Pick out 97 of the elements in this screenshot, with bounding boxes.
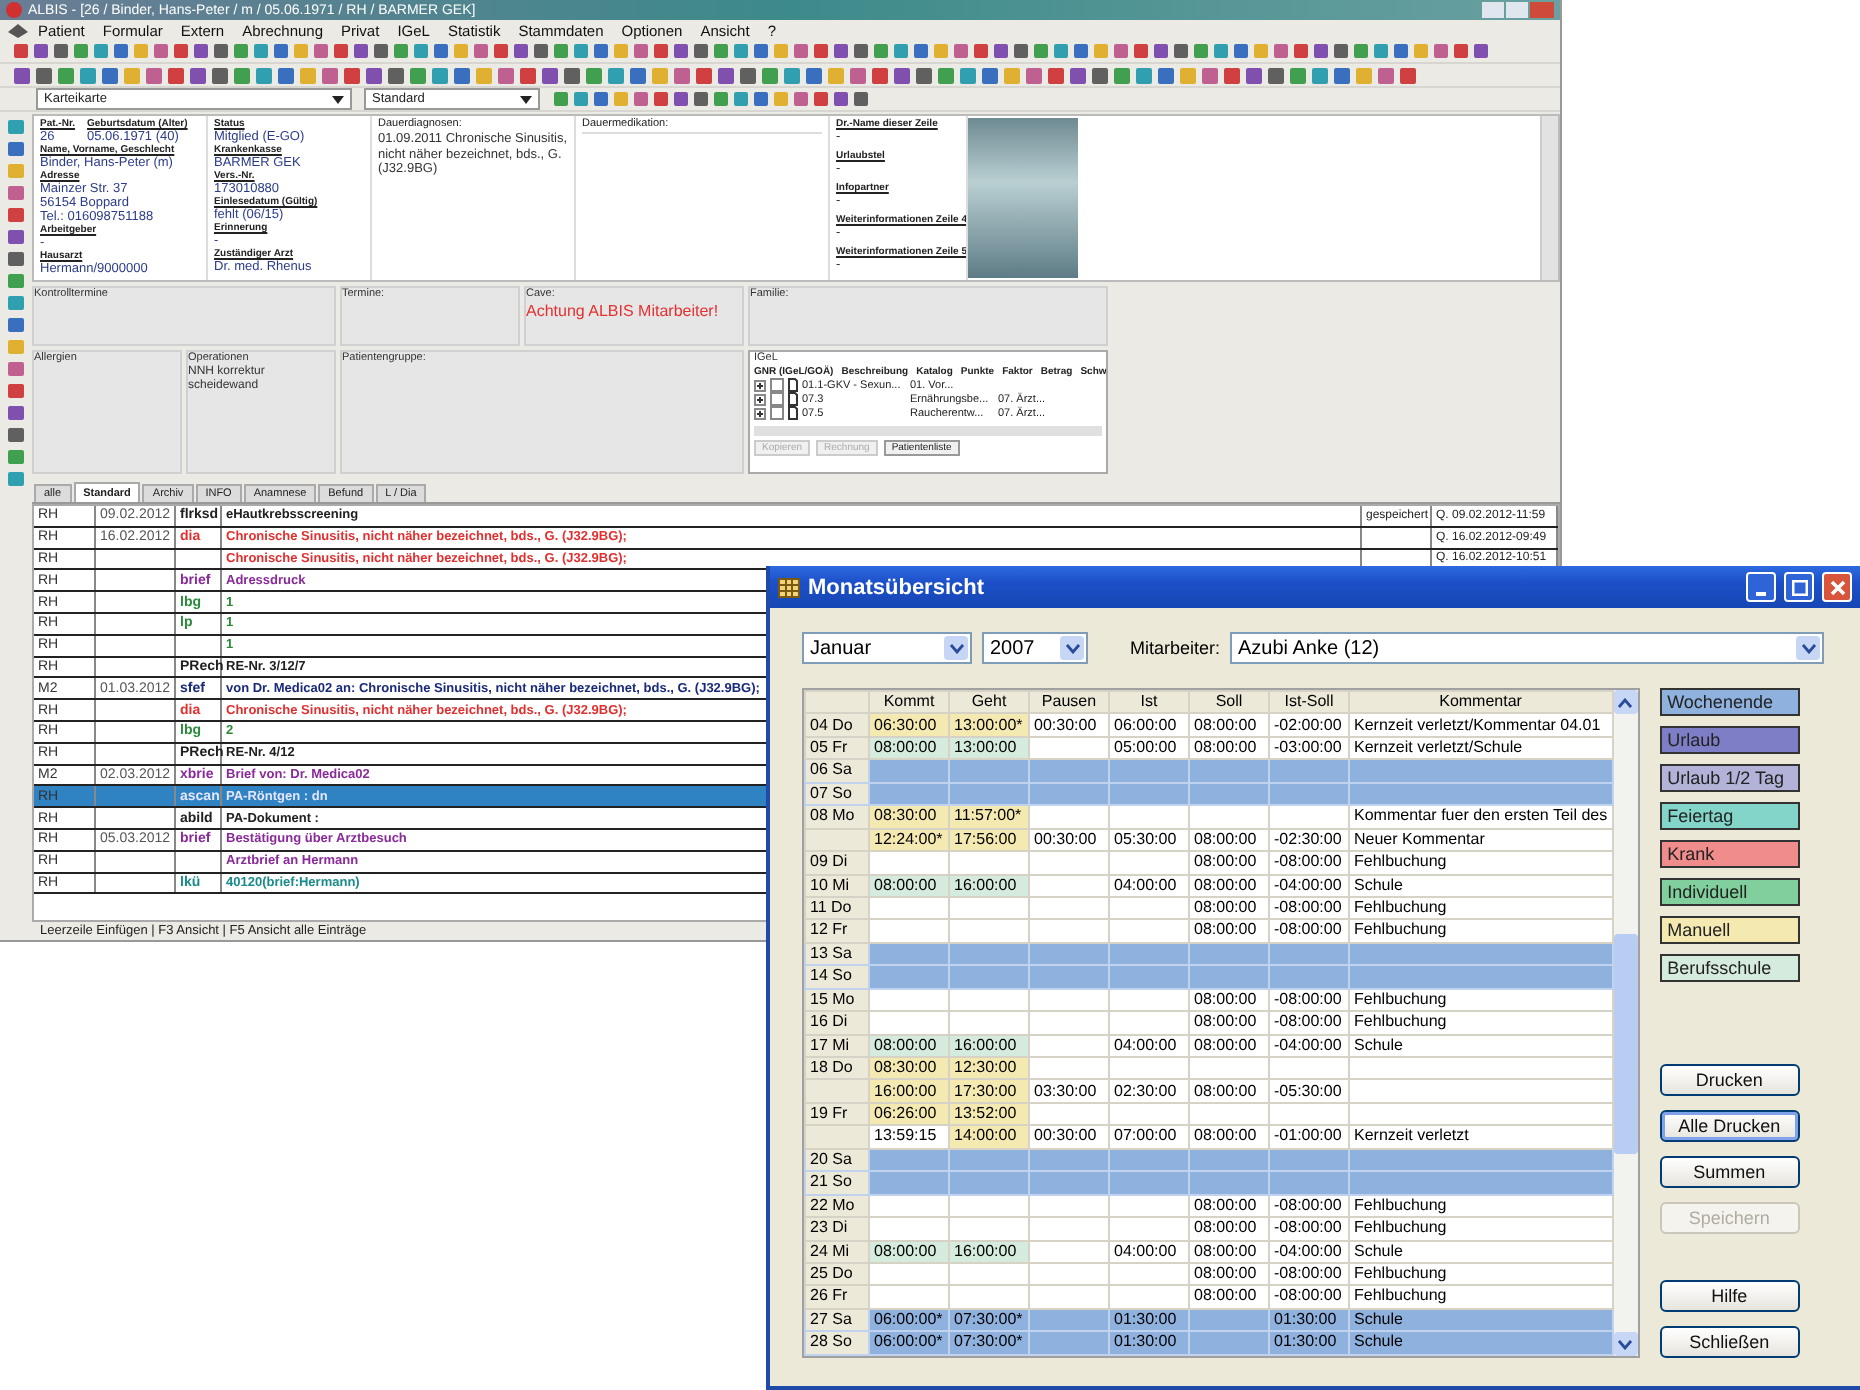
table-cell: Fehlbuchung — [1349, 851, 1613, 874]
table-cell: -04:00:00 — [1269, 1034, 1349, 1057]
table-cell: -08:00:00 — [1269, 919, 1349, 943]
day-label: 16 Di — [805, 1011, 869, 1035]
day-label: 06 Sa — [805, 759, 869, 783]
table-cell: 07:00:00 — [1109, 1125, 1189, 1149]
table-cell: 08:00:00 — [1189, 1034, 1269, 1057]
table-cell: -04:00:00 — [1269, 1240, 1349, 1263]
table-cell: 04:00:00 — [1109, 874, 1189, 897]
table-cell: Kommentar fuer den ersten Teil des — [1349, 805, 1613, 829]
day-label: 19 Fr — [805, 1102, 869, 1126]
table-cell: -08:00:00 — [1269, 896, 1349, 920]
table-cell: -05:30:00 — [1269, 1079, 1349, 1103]
table-cell: -02:00:00 — [1269, 713, 1349, 737]
table-cell: Kernzeit verletzt — [1349, 1125, 1613, 1149]
table-cell: 08:00:00 — [1189, 1011, 1269, 1035]
table-cell: 08:00:00 — [1189, 896, 1269, 920]
table-cell: Fehlbuchung — [1349, 1217, 1613, 1240]
table-cell: -04:00:00 — [1269, 874, 1349, 897]
table-cell: -08:00:00 — [1269, 988, 1349, 1012]
table-cell: Schule — [1349, 874, 1613, 897]
day-label: 17 Mi — [805, 1034, 869, 1057]
table-cell: Schule — [1349, 1308, 1613, 1332]
day-label: 27 Sa — [805, 1308, 869, 1332]
table-cell: Neuer Kommentar — [1349, 828, 1613, 852]
table-cell: Fehlbuchung — [1349, 1194, 1613, 1218]
day-label: 20 Sa — [805, 1148, 869, 1172]
day-label: 22 Mo — [805, 1194, 869, 1218]
legend-item: Manuell — [1659, 916, 1800, 944]
table-cell: Schule — [1349, 1034, 1613, 1057]
day-label: 28 So — [805, 1331, 869, 1355]
table-cell: 00:30:00 — [1029, 1125, 1109, 1149]
table-cell: 08:00:00 — [1189, 828, 1269, 852]
window-title: Monatsübersicht — [808, 575, 985, 599]
table-cell: 08:00:00 — [1189, 1240, 1269, 1263]
legend-item: Feiertag — [1659, 802, 1800, 830]
table-cell: 06:00:00 — [1109, 713, 1189, 737]
legend-item: Krank — [1659, 840, 1800, 868]
day-label: 21 So — [805, 1171, 869, 1195]
day-label: 18 Do — [805, 1057, 869, 1080]
day-label: 12 Fr — [805, 919, 869, 943]
table-cell: 00:30:00 — [1029, 713, 1109, 737]
day-label: 04 Do — [805, 713, 869, 737]
table-cell: 05:30:00 — [1109, 828, 1189, 852]
day-label: 15 Mo — [805, 988, 869, 1012]
table-cell: 08:00:00 — [1189, 1262, 1269, 1286]
table-cell: Fehlbuchung — [1349, 919, 1613, 943]
day-label: 13 Sa — [805, 942, 869, 966]
table-cell: 08:00:00 — [1189, 1079, 1269, 1103]
day-label: 09 Di — [805, 851, 869, 874]
table-cell: Fehlbuchung — [1349, 1285, 1613, 1309]
table-cell: Fehlbuchung — [1349, 1262, 1613, 1286]
table-cell: 08:00:00 — [1189, 1125, 1269, 1149]
table-cell: Schule — [1349, 1331, 1613, 1355]
day-label: 11 Do — [805, 896, 869, 920]
table-cell: 02:30:00 — [1109, 1079, 1189, 1103]
table-cell: 00:30:00 — [1029, 828, 1109, 852]
table-cell: -08:00:00 — [1269, 1217, 1349, 1240]
table-cell: -08:00:00 — [1269, 851, 1349, 874]
table-cell: Fehlbuchung — [1349, 988, 1613, 1012]
table-cell: 08:00:00 — [1189, 1285, 1269, 1309]
table-cell: -08:00:00 — [1269, 1194, 1349, 1218]
table-cell: 03:30:00 — [1029, 1079, 1109, 1103]
table-cell: 08:00:00 — [1189, 851, 1269, 874]
table-cell: 04:00:00 — [1109, 1240, 1189, 1263]
table-cell: Schule — [1349, 1240, 1613, 1263]
table-cell: 08:00:00 — [1189, 713, 1269, 737]
table-cell: -02:30:00 — [1269, 828, 1349, 852]
table-cell: -01:00:00 — [1269, 1125, 1349, 1149]
table-cell: 08:00:00 — [1189, 1194, 1269, 1218]
table-cell: 08:00:00 — [1189, 874, 1269, 897]
table-cell: -08:00:00 — [1269, 1262, 1349, 1286]
table-cell: Fehlbuchung — [1349, 1011, 1613, 1035]
table-cell: Fehlbuchung — [1349, 896, 1613, 920]
day-label: 23 Di — [805, 1217, 869, 1240]
warning-text: Achtung ALBIS Mitarbeiter! — [526, 302, 721, 320]
table-cell: -08:00:00 — [1269, 1011, 1349, 1035]
day-label: 07 So — [805, 782, 869, 806]
table-cell: 04:00:00 — [1109, 1034, 1189, 1057]
legend-item: Individuell — [1659, 878, 1800, 906]
legend-item: Wochenende — [1659, 688, 1800, 716]
day-label: 26 Fr — [805, 1285, 869, 1309]
day-label: 10 Mi — [805, 874, 869, 897]
day-label: 08 Mo — [805, 805, 869, 829]
table-cell: 08:00:00 — [1189, 1217, 1269, 1240]
legend-item: Urlaub — [1659, 726, 1800, 754]
day-label: 14 So — [805, 965, 869, 989]
day-label: 05 Fr — [805, 736, 869, 760]
day-label: 25 Do — [805, 1262, 869, 1286]
table-cell: Kernzeit verletzt/Kommentar 04.01 — [1349, 713, 1613, 737]
table-cell: -08:00:00 — [1269, 1285, 1349, 1309]
legend-item: Urlaub 1/2 Tag — [1659, 764, 1800, 792]
day-label: 24 Mi — [805, 1240, 869, 1263]
employee-label: Mitarbeiter: — [1130, 638, 1221, 658]
table-cell: 08:00:00 — [1189, 988, 1269, 1012]
table-cell: 08:00:00 — [1189, 919, 1269, 943]
legend-item: Berufsschule — [1659, 954, 1800, 982]
